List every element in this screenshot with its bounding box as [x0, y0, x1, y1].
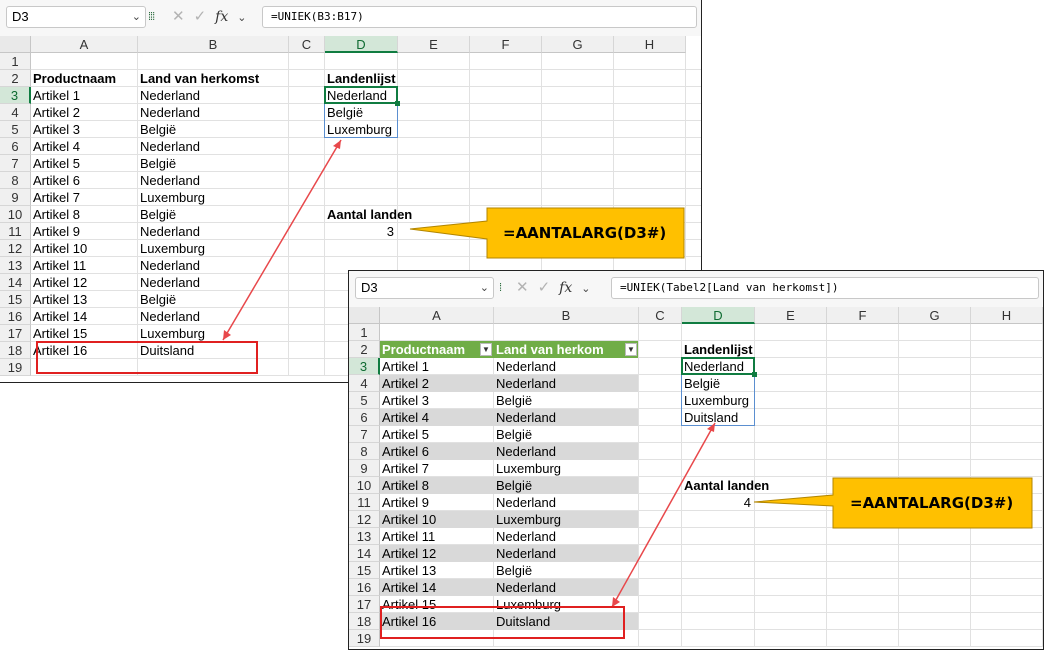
callout-formula-2: =AANTALARG(D3#): [850, 494, 1014, 512]
highlight-box-2: [380, 606, 625, 639]
arrow-head-2a: [707, 423, 715, 432]
highlight-box-1: [36, 341, 258, 374]
arrow-head-1a: [333, 140, 341, 149]
callout-formula-1: =AANTALARG(D3#): [503, 224, 667, 242]
arrow-line-1: [222, 139, 342, 341]
arrow-line-2: [611, 422, 716, 608]
arrow-head-1b: [223, 330, 231, 340]
annotation-layer: [222, 139, 1033, 608]
